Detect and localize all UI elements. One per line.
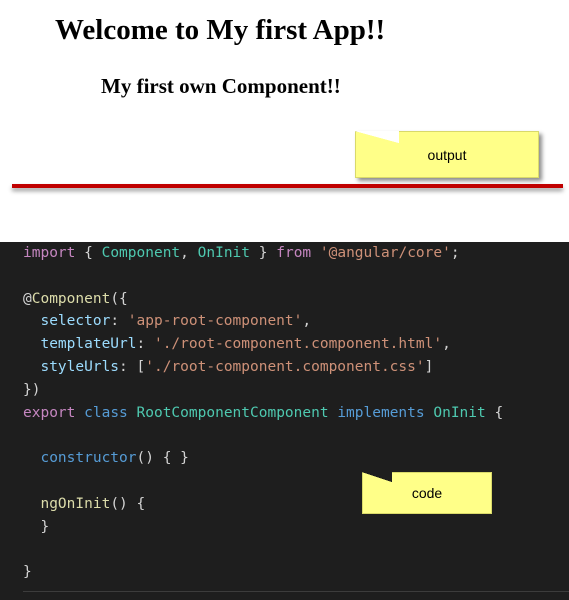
code-line: templateUrl: './root-component.component… [23,333,503,356]
code-note-label: code [411,485,443,501]
code-token: } [23,518,50,535]
component-subheading: My first own Component!! [101,74,341,98]
code-token: styleUrls [40,358,120,375]
code-token: Component [101,245,181,261]
code-token: class [84,404,128,421]
code-token: './root-component.component.html' [153,336,443,353]
editor-bottom-border [23,591,569,592]
code-line: export class RootComponentComponent impl… [23,402,503,425]
code-token: , [302,313,312,330]
output-note-label: output [427,146,467,163]
code-token: OnInit [197,245,251,261]
code-token: './root-component.component.css' [145,358,425,375]
code-token: }) [23,381,41,398]
code-token: selector [40,313,111,330]
code-line: }) [23,379,503,402]
code-token: '@angular/core' [319,245,451,261]
app-heading: Welcome to My first App!! [55,14,386,46]
code-token: ({ [110,290,128,307]
code-token: : [110,313,128,330]
code-line: selector: 'app-root-component', [23,310,503,333]
code-token: } [250,245,277,261]
code-token: ; [450,245,460,261]
code-line: } [23,561,503,584]
code-token: } [23,564,32,581]
code-token: : [136,336,154,353]
code-token: import [23,245,76,261]
code-token: Component [31,290,111,307]
code-token: , [180,245,198,261]
code-token: 'app-root-component' [127,313,303,330]
code-token: RootComponentComponent [136,404,329,421]
code-token: { [485,404,504,421]
code-lines: import { Component, OnInit } from '@angu… [23,242,503,584]
code-token: constructor [40,450,137,467]
code-line: constructor() { } [23,447,503,470]
code-token: templateUrl [40,336,137,353]
code-token: , [442,336,451,353]
code-token: : [ [119,358,146,375]
section-divider [12,184,563,188]
code-line: } [23,516,503,539]
code-editor-panel: import { Component, OnInit } from '@angu… [0,242,569,600]
code-token: ngOnInit [40,495,111,512]
code-token: ] [424,358,434,375]
code-sticky-note: code [362,472,492,514]
code-line: styleUrls: ['./root-component.component.… [23,356,503,379]
code-line: @Component({ [23,288,503,311]
code-token: from [276,245,312,261]
code-token: OnInit [433,404,486,421]
code-token: { [75,245,102,261]
code-token: export [23,404,76,421]
code-token: implements [337,404,425,421]
code-line: import { Component, OnInit } from '@angu… [23,242,503,265]
code-token: () { } [136,450,189,467]
output-sticky-note: output [355,131,539,178]
code-token: () { [110,495,146,512]
code-token: @ [23,290,32,307]
